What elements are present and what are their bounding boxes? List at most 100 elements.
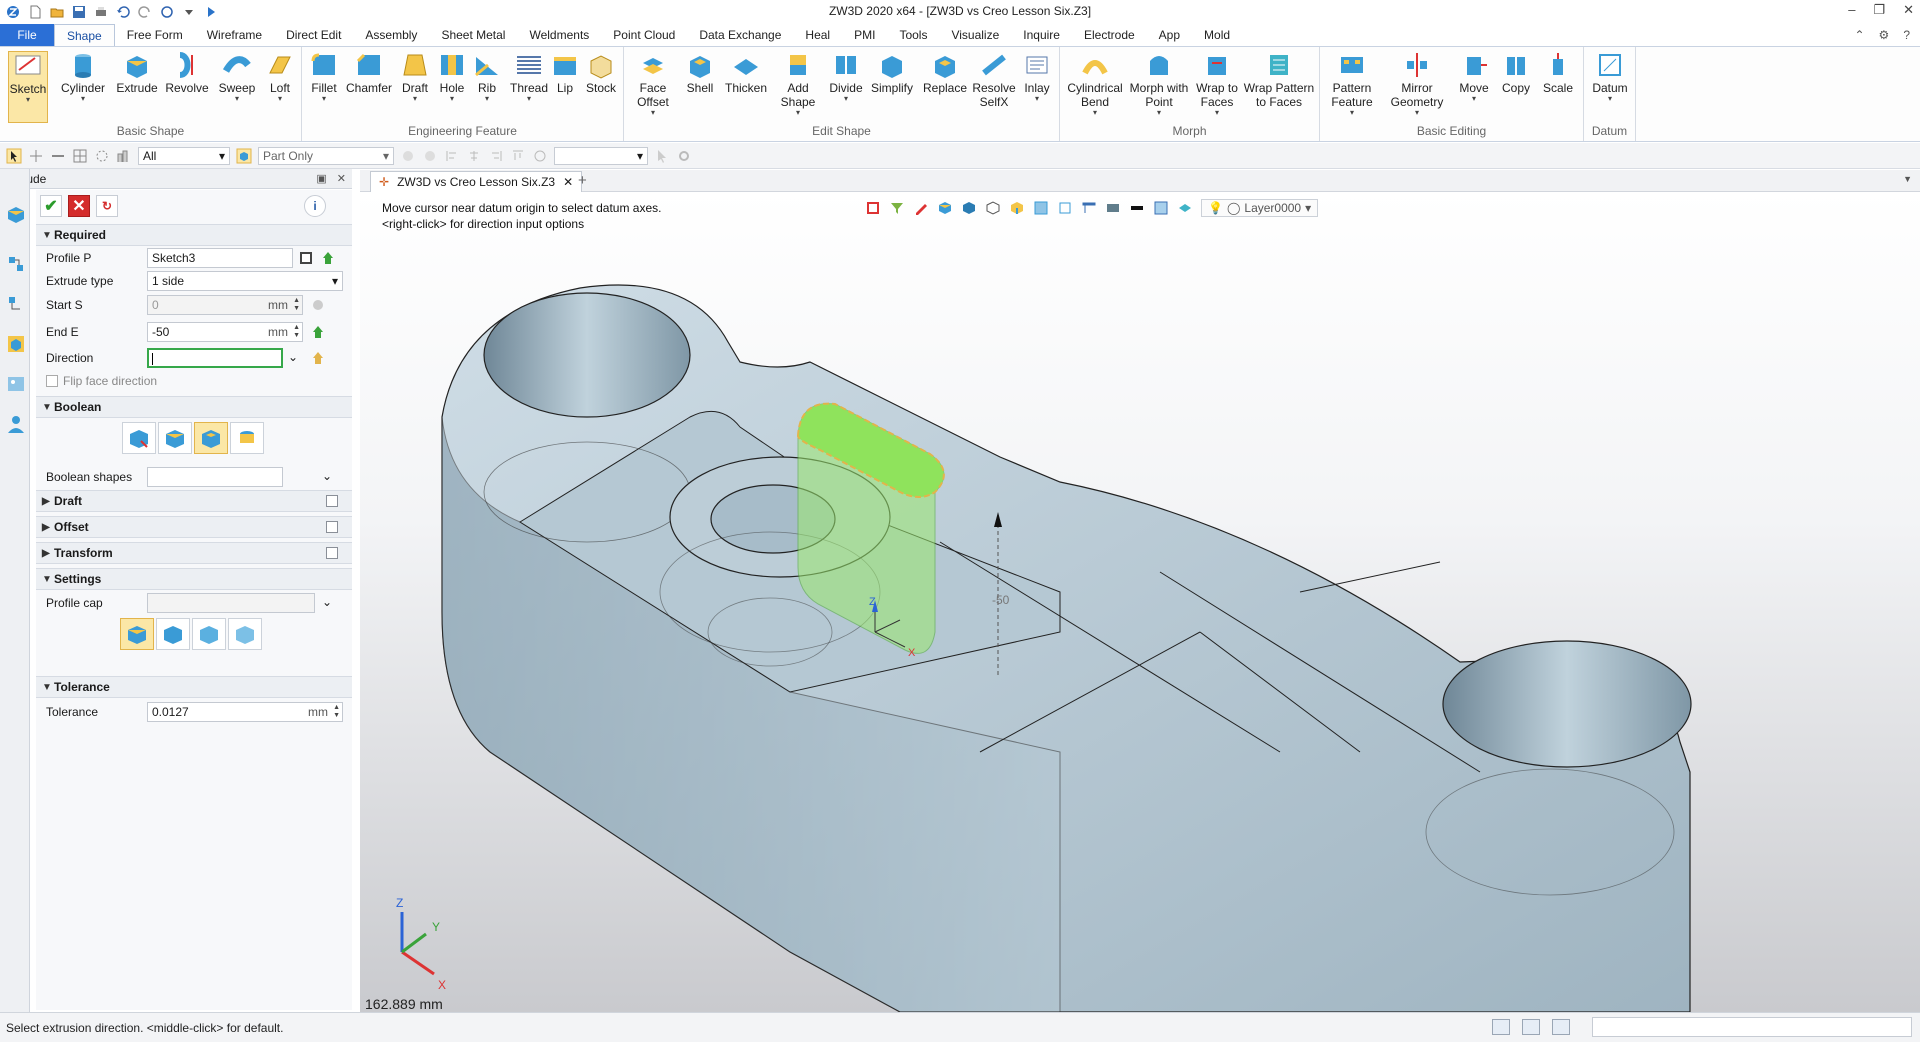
history-manager-icon[interactable] [5,253,27,275]
cap-both-button[interactable] [120,618,154,650]
refresh-icon[interactable] [160,5,174,19]
input-options-icon[interactable] [320,250,336,266]
spinner-icon[interactable]: ▲ ▼ [293,324,300,340]
stock-button[interactable]: Stock [582,51,620,95]
ok-button[interactable]: ✔ [40,195,62,217]
redo-icon[interactable] [138,5,152,19]
undo-icon[interactable] [116,5,130,19]
collapse-ribbon-icon[interactable]: ⌃ [1854,28,1864,42]
end-options-icon[interactable] [310,324,326,340]
status-display-icon[interactable] [1522,1019,1540,1035]
new-tab-icon[interactable]: + [578,172,587,189]
intersect-boolean-button[interactable] [230,422,264,454]
open-folder-icon[interactable] [50,5,64,19]
tab-close-icon[interactable]: ✕ [563,175,573,189]
double-chevron-down-icon[interactable]: ⌄ [322,469,332,483]
pick-icon[interactable] [6,148,22,164]
cap-start-button[interactable] [156,618,190,650]
scope-select[interactable]: Part Only ▾ [258,146,394,165]
offset-checkbox[interactable] [326,521,338,533]
tab-sheet-metal[interactable]: Sheet Metal [429,24,517,46]
run-icon[interactable] [204,5,218,19]
tab-shape[interactable]: Shape [54,24,115,46]
scale-button[interactable]: Scale [1538,51,1578,95]
status-view-icon[interactable] [1492,1019,1510,1035]
tab-tools[interactable]: Tools [887,24,939,46]
replace-button[interactable]: Replace [920,51,970,95]
info-button[interactable]: i [304,195,326,217]
close-button[interactable]: ✕ [1903,2,1914,18]
direction-options-icon[interactable] [310,350,326,366]
end-field[interactable]: -50 mm ▲ ▼ [147,322,303,342]
document-tab[interactable]: ✛ ZW3D vs Creo Lesson Six.Z3 ✕ [370,171,583,192]
3d-viewport[interactable]: Move cursor near datum origin to select … [360,192,1920,1012]
flip-checkbox[interactable] [46,375,58,387]
section-required[interactable]: ▼ Required [36,224,352,246]
lip-button[interactable]: Lip [550,51,580,95]
settings-gear-icon[interactable]: ⚙ [1879,28,1890,42]
print-icon[interactable] [94,5,108,19]
thicken-button[interactable]: Thicken [722,51,770,95]
double-chevron-down-icon[interactable]: ⌄ [322,595,332,609]
simplify-button[interactable]: Simplify [868,51,916,95]
tab-inquire[interactable]: Inquire [1011,24,1072,46]
tab-point-cloud[interactable]: Point Cloud [601,24,687,46]
tab-weldments[interactable]: Weldments [517,24,601,46]
section-draft[interactable]: ▶ Draft [36,490,352,512]
base-body-button[interactable] [122,422,156,454]
move-button[interactable]: Move ▾ [1454,51,1494,103]
part-filter-icon[interactable] [236,148,252,164]
loft-button[interactable]: Loft ▾ [262,51,298,103]
section-tolerance[interactable]: ▼ Tolerance [36,676,352,698]
save-icon[interactable] [72,5,86,19]
mirror-geometry-button[interactable]: Mirror Geometry ▾ [1384,51,1450,117]
copy-button[interactable]: Copy [1496,51,1536,95]
cylindrical-bend-button[interactable]: Cylindrical Bend ▾ [1064,51,1126,117]
double-chevron-down-icon[interactable]: ⌄ [288,350,298,364]
tab-electrode[interactable]: Electrode [1072,24,1147,46]
user-icon[interactable] [5,413,27,435]
tab-free-form[interactable]: Free Form [115,24,195,46]
part-icon[interactable] [5,333,27,355]
chamfer-button[interactable]: Chamfer [344,51,394,95]
direction-field[interactable] [147,348,283,368]
morph-with-point-button[interactable]: Morph with Point ▾ [1126,51,1192,117]
transform-checkbox[interactable] [326,547,338,559]
rib-button[interactable]: Rib ▾ [470,51,504,103]
boolean-shapes-field[interactable] [147,467,283,487]
spinner-icon[interactable]: ▲ ▼ [333,704,340,720]
customize-dropdown-icon[interactable] [182,5,196,19]
filter-select[interactable]: All ▾ [138,146,230,165]
apply-button[interactable]: ↻ [96,195,118,217]
datum-button[interactable]: Datum ▾ [1588,51,1632,103]
tab-app[interactable]: App [1147,24,1192,46]
draft-button[interactable]: Draft ▾ [396,51,434,103]
app-logo-icon[interactable] [6,5,20,19]
feature-panel-icon[interactable] [5,203,27,225]
add-point-icon[interactable] [28,148,44,164]
spinner-icon[interactable]: ▲ ▼ [293,297,300,313]
minus-icon[interactable] [50,148,66,164]
cap-none-button[interactable] [228,618,262,650]
cap-end-button[interactable] [192,618,226,650]
section-settings[interactable]: ▼ Settings [36,568,352,590]
wrap-to-faces-button[interactable]: Wrap to Faces ▾ [1194,51,1240,117]
pattern-feature-button[interactable]: Pattern Feature ▾ [1324,51,1380,117]
tab-visualize[interactable]: Visualize [939,24,1011,46]
tab-pmi[interactable]: PMI [842,24,887,46]
revolve-button[interactable]: Revolve [164,51,210,95]
profile-cap-field[interactable] [147,593,315,613]
panel-close-icon[interactable]: ✕ [337,172,346,185]
add-shape-button[interactable]: Add Shape ▾ [774,51,822,117]
extrude-type-select[interactable]: 1 side ▾ [147,271,343,291]
section-offset[interactable]: ▶ Offset [36,516,352,538]
draft-checkbox[interactable] [326,495,338,507]
tab-assembly[interactable]: Assembly [353,24,429,46]
part-model[interactable]: -50 Z X Z Y X [360,192,1920,1012]
tab-heal[interactable]: Heal [793,24,842,46]
tolerance-field[interactable]: 0.0127 mm ▲ ▼ [147,702,343,722]
status-list-icon[interactable] [1552,1019,1570,1035]
help-icon[interactable]: ? [1903,28,1910,42]
cancel-button[interactable]: ✕ [68,195,90,217]
polygon-select-icon[interactable] [94,148,110,164]
